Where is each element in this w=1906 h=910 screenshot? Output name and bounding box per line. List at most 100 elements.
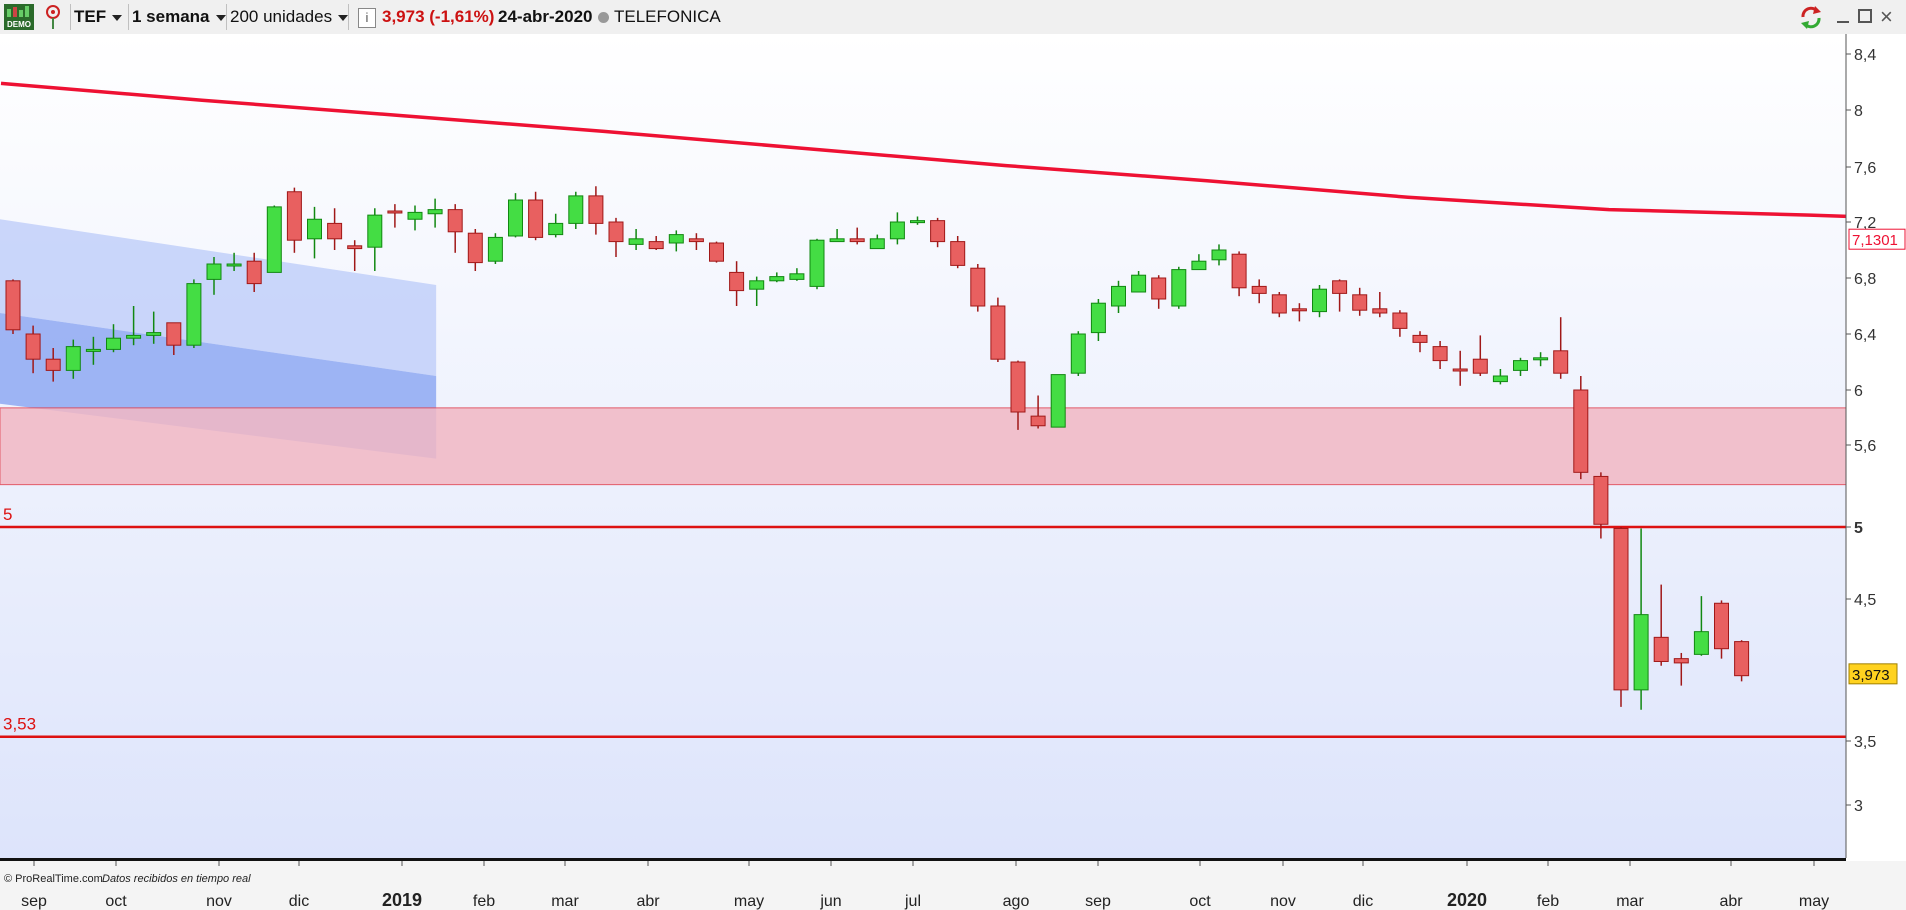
svg-text:DEMO: DEMO — [7, 20, 31, 29]
y-tick-label: 3,5 — [1854, 734, 1876, 751]
x-tick-label: 2019 — [382, 890, 422, 910]
symbol-label: TEF — [74, 7, 107, 26]
candle-body — [1271, 294, 1287, 314]
chevron-down-icon — [112, 14, 123, 21]
candle-body — [910, 220, 925, 224]
candle-body — [668, 234, 684, 244]
candle-body — [387, 210, 403, 214]
y-tick-label: 8,4 — [1854, 47, 1876, 64]
x-tick-label: abr — [1719, 893, 1743, 910]
y-tick-label: 6 — [1854, 383, 1863, 400]
y-tick-label: 6,8 — [1854, 271, 1876, 288]
candle-body — [1030, 415, 1046, 427]
units-selector[interactable]: 200 unidades — [230, 0, 349, 34]
candle-body — [709, 242, 724, 262]
candle-body — [1693, 631, 1709, 655]
candle-body — [327, 222, 343, 240]
candle-body — [608, 221, 624, 243]
price-chart[interactable]: 6,514 (100,00%)5,3753 (61,80%)5,0235 (50… — [0, 34, 1906, 910]
candle-body — [1312, 288, 1327, 313]
close-icon[interactable]: × — [1880, 0, 1893, 34]
x-tick-label: mar — [551, 893, 579, 910]
candle-body — [206, 263, 222, 280]
resistance-zone — [0, 407, 1847, 486]
refresh-icon[interactable] — [1797, 4, 1825, 38]
symbol-selector[interactable]: TEF — [74, 0, 123, 34]
chevron-down-icon — [215, 14, 226, 21]
candle-body — [749, 280, 765, 290]
candle-body — [1211, 249, 1227, 261]
alert-icon[interactable] — [40, 3, 66, 37]
x-tick-label: sep — [21, 893, 47, 910]
maximize-icon[interactable] — [1858, 9, 1872, 23]
x-tick-label: feb — [473, 893, 495, 910]
info-icon[interactable]: i — [358, 8, 376, 28]
candle-body — [1291, 308, 1307, 312]
period-label: 1 semana — [132, 7, 210, 26]
candle — [186, 279, 202, 348]
candle — [970, 264, 986, 312]
candle — [487, 233, 503, 264]
candle — [508, 193, 523, 238]
candle-body — [829, 238, 845, 243]
candle — [709, 241, 724, 263]
y-tick-label: 5 — [1854, 520, 1863, 537]
x-tick-label: feb — [1537, 893, 1559, 910]
candle-body — [1593, 475, 1609, 525]
toolbar: DEMO TEF 1 semana 200 unidades i 3,973 (… — [0, 0, 1906, 35]
candle-body — [246, 260, 262, 285]
candle-body — [1653, 636, 1669, 662]
x-tick-label: may — [734, 893, 764, 910]
candle-body — [126, 334, 142, 339]
candle-body — [65, 346, 81, 371]
candle-body — [1010, 361, 1026, 413]
y-tick-label: 3 — [1854, 798, 1863, 815]
period-selector[interactable]: 1 semana — [132, 0, 226, 34]
candle — [1271, 292, 1287, 318]
candle-body — [688, 238, 704, 243]
x-tick-label: may — [1799, 893, 1829, 910]
candle-body — [528, 199, 544, 238]
candle-body — [1412, 334, 1428, 343]
instrument-name: TELEFONICA — [614, 7, 721, 26]
candle — [990, 297, 1006, 362]
x-tick-label: jul — [904, 893, 921, 910]
candle-body — [628, 238, 644, 245]
candle-body — [266, 206, 282, 273]
candle-body — [889, 221, 905, 240]
candle-body — [1372, 308, 1388, 314]
candle-body — [1151, 277, 1167, 300]
candle-body — [25, 333, 41, 360]
footer-status: Datos recibidos en tiempo real — [102, 873, 251, 885]
candle-body — [648, 241, 664, 250]
y-tick-label: 5,6 — [1854, 438, 1876, 455]
candle-body — [970, 267, 986, 307]
candle-body — [1734, 641, 1750, 677]
candle-body — [1472, 358, 1488, 374]
candle — [1050, 374, 1066, 428]
candle-body — [950, 241, 966, 266]
demo-badge: DEMO — [4, 4, 34, 30]
candle-body — [427, 209, 443, 215]
x-tick-label: jun — [819, 893, 841, 910]
candle — [266, 205, 282, 273]
candle-body — [789, 273, 805, 280]
candle-body — [467, 232, 483, 264]
price-change: 3,973 (-1,61%) — [382, 7, 495, 26]
minimize-icon[interactable] — [1836, 10, 1850, 24]
x-tick-label: nov — [1270, 893, 1296, 910]
candle-body — [226, 263, 242, 267]
chevron-down-icon — [338, 14, 349, 21]
candle-body — [1613, 527, 1629, 691]
current-price-label: 3,973 — [1852, 667, 1890, 684]
candle-body — [1070, 333, 1086, 374]
candle-body — [1171, 269, 1187, 307]
quote-date: 24-abr-2020 — [498, 7, 593, 26]
candle-body — [487, 236, 503, 262]
candle-body — [407, 211, 423, 220]
candle-body — [1332, 280, 1348, 294]
candle — [809, 238, 825, 290]
candle-body — [367, 214, 383, 248]
candle — [1070, 331, 1086, 376]
candle-body — [1492, 375, 1508, 383]
